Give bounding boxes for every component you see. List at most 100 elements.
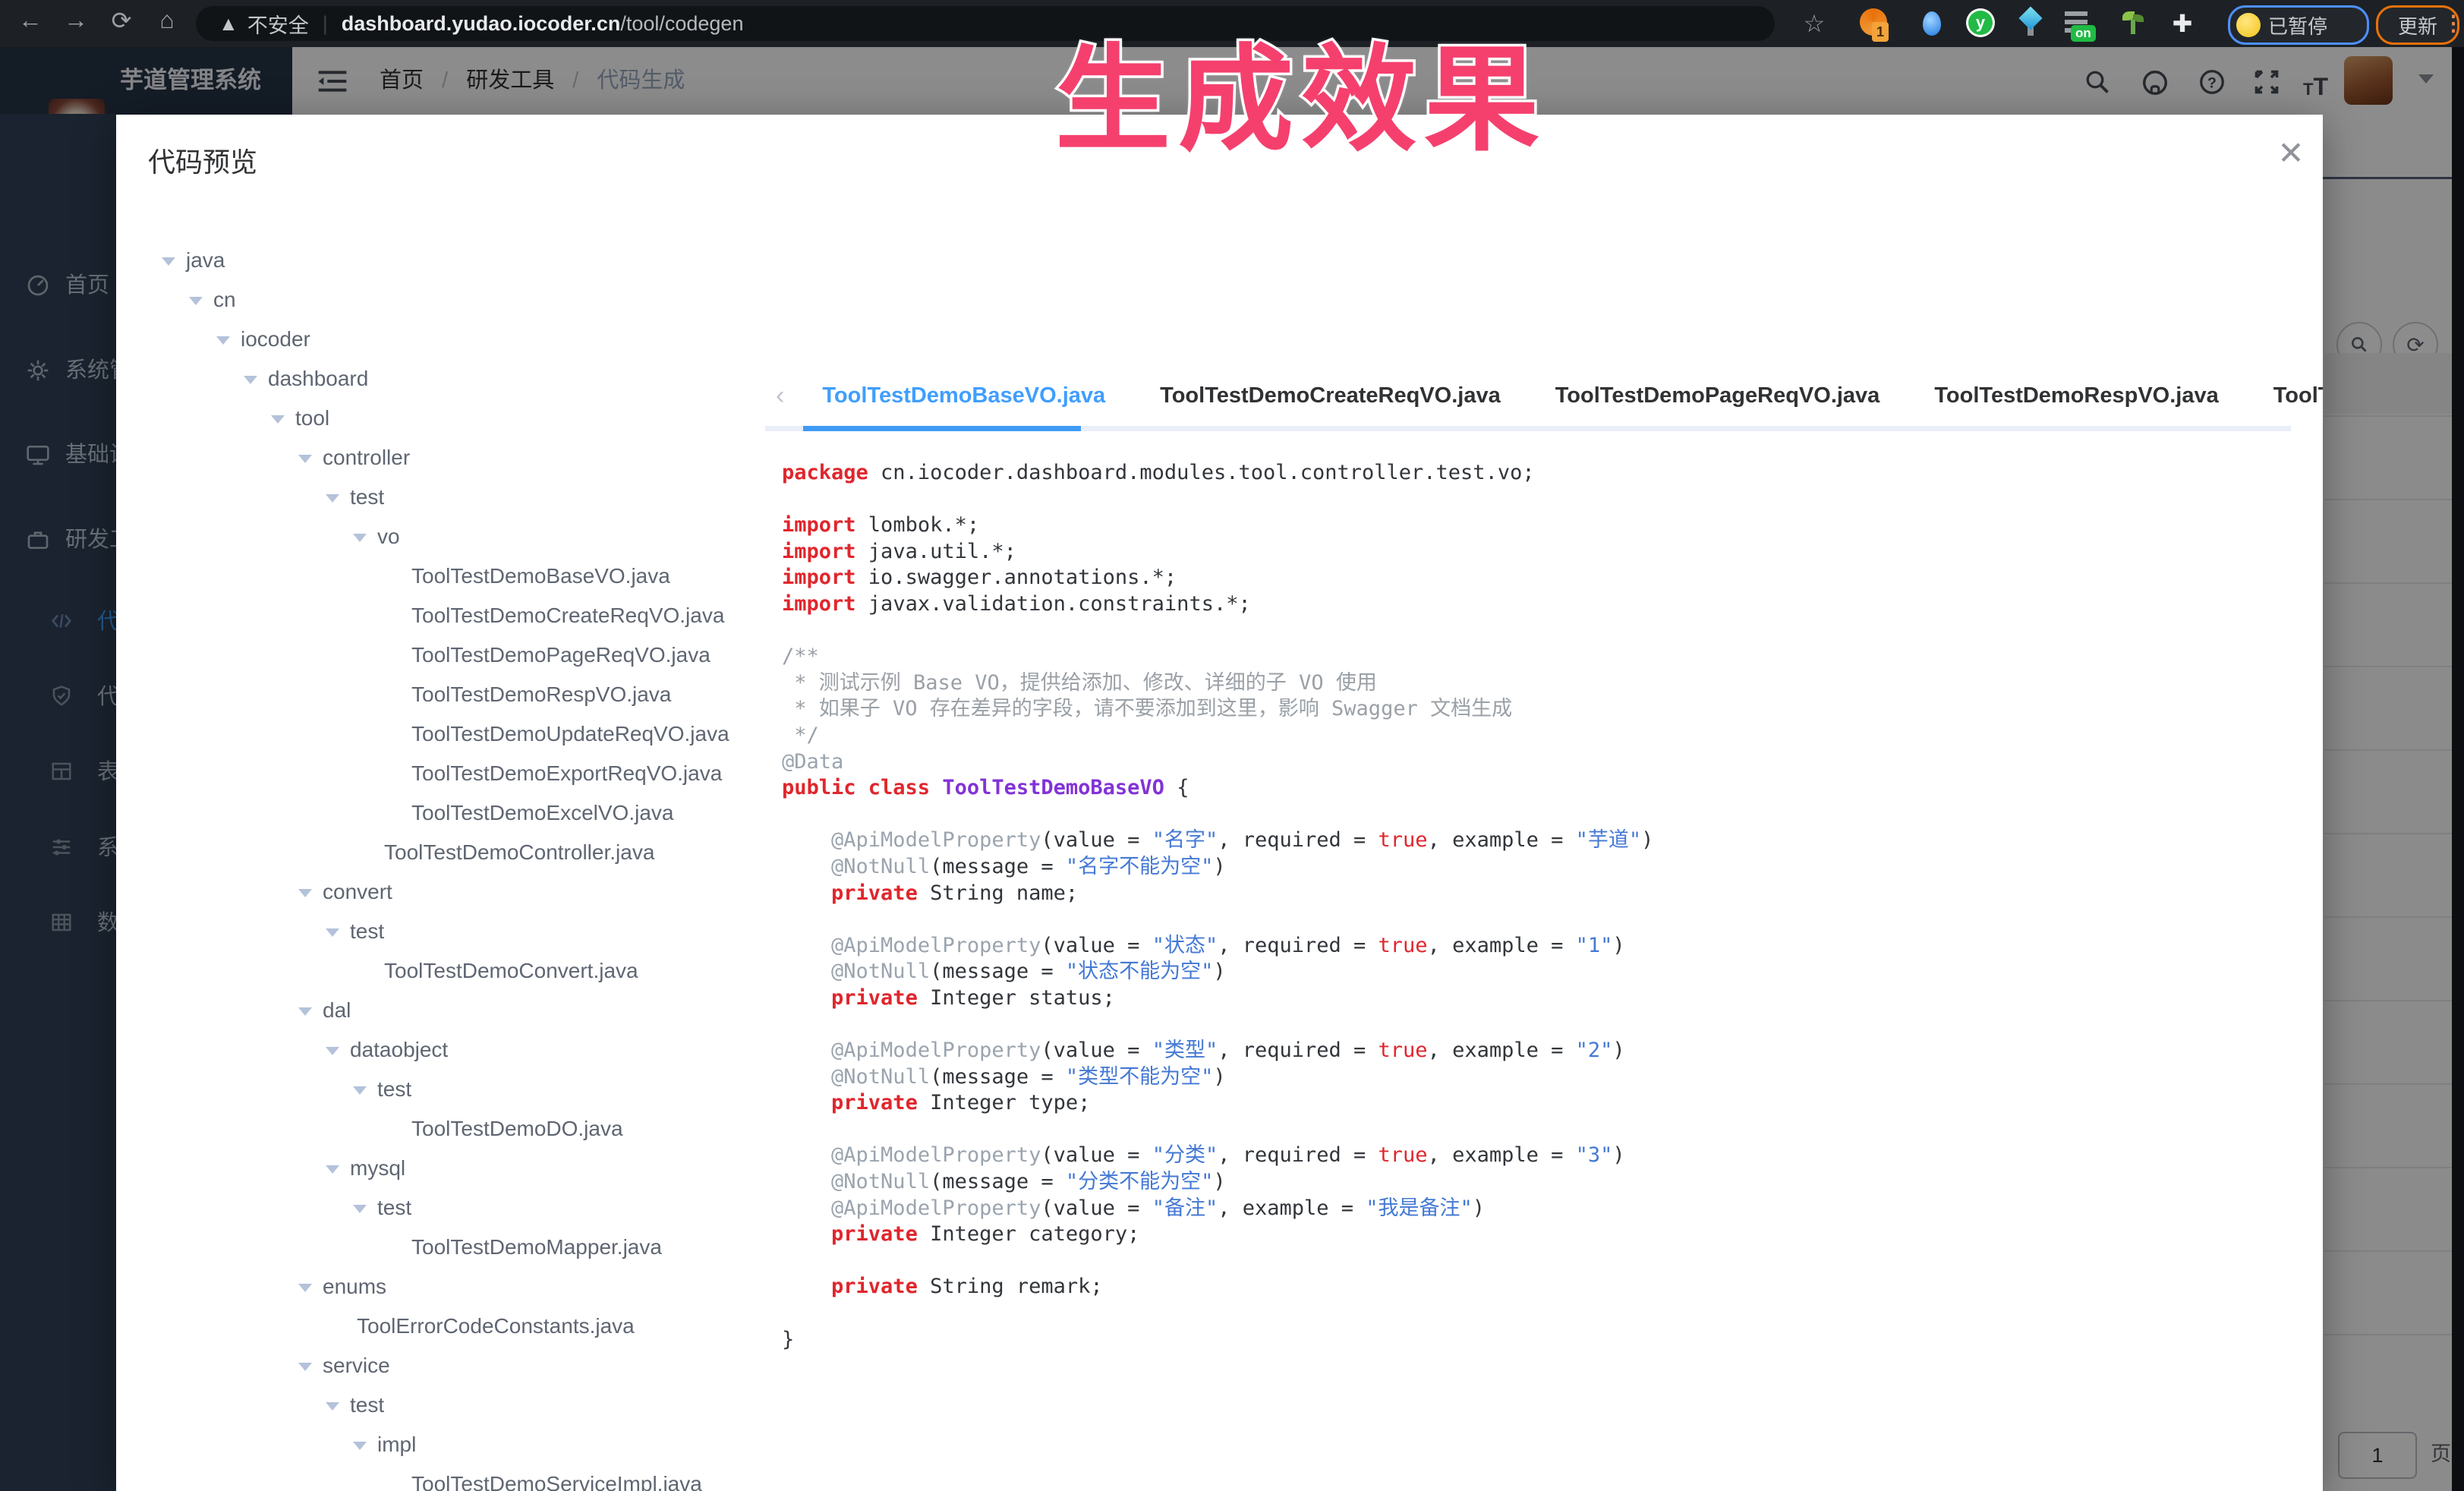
extension-green-icon[interactable]: y: [1966, 8, 1996, 39]
extension-drop-icon[interactable]: [1917, 8, 1947, 39]
tree-folder[interactable]: tool: [116, 399, 769, 438]
code-tab[interactable]: ToolTestDemoPageReqVO.java: [1528, 383, 1908, 408]
browser-menu-icon[interactable]: ⋮: [2443, 11, 2464, 36]
browser-home-icon[interactable]: ⌂: [150, 6, 184, 34]
tree-folder[interactable]: cn: [116, 280, 769, 320]
tree-node-label: test: [377, 1077, 411, 1101]
code-tab[interactable]: ToolTestDemoRespVO.java: [1907, 383, 2245, 408]
tree-file[interactable]: ToolTestDemoBaseVO.java: [116, 556, 769, 596]
caret-down-icon[interactable]: [271, 415, 285, 424]
code-viewer: package cn.iocoder.dashboard.modules.too…: [782, 460, 2315, 1353]
tree-file[interactable]: ToolTestDemoDO.java: [116, 1109, 769, 1149]
caret-down-icon[interactable]: [216, 336, 230, 345]
code-line: public class ToolTestDemoBaseVO {: [782, 775, 2315, 802]
tree-file[interactable]: ToolTestDemoController.java: [116, 833, 769, 872]
extension-diamond-icon[interactable]: [2015, 8, 2046, 39]
tab-active-underline: [803, 426, 1081, 431]
tree-folder[interactable]: dal: [116, 991, 769, 1030]
caret-down-icon[interactable]: [353, 1205, 367, 1213]
tree-folder[interactable]: iocoder: [116, 320, 769, 359]
tree-node-label: test: [377, 1196, 411, 1219]
tree-folder[interactable]: test: [116, 1070, 769, 1109]
extension-orange-icon[interactable]: 1: [1860, 8, 1890, 39]
tree-folder[interactable]: controller: [116, 438, 769, 478]
tree-node-label: ToolTestDemoUpdateReqVO.java: [411, 722, 729, 746]
tabs-scroll-left-icon[interactable]: ‹: [765, 381, 795, 411]
tree-node-label: ToolTestDemoRespVO.java: [411, 682, 671, 706]
code-tab[interactable]: ToolTestDemoCreateReqVO.java: [1133, 383, 1528, 408]
caret-down-icon[interactable]: [189, 297, 203, 305]
tree-file[interactable]: ToolErrorCodeConstants.java: [116, 1307, 769, 1346]
close-icon[interactable]: ✕: [2272, 134, 2310, 172]
code-line: private Integer type;: [782, 1090, 2315, 1117]
tree-folder[interactable]: test: [116, 478, 769, 517]
browser-back-icon[interactable]: ←: [14, 6, 47, 34]
tree-node-label: impl: [377, 1433, 416, 1456]
insecure-warning-icon: ▲: [219, 12, 238, 36]
tree-node-label: controller: [323, 446, 410, 469]
tree-node-label: test: [350, 919, 384, 943]
tree-file[interactable]: ToolTestDemoMapper.java: [116, 1228, 769, 1267]
tree-node-label: dal: [323, 998, 351, 1022]
bookmark-star-icon[interactable]: ☆: [1798, 9, 1831, 38]
caret-down-icon[interactable]: [162, 257, 175, 266]
caret-down-icon[interactable]: [298, 889, 312, 897]
tree-folder[interactable]: dashboard: [116, 359, 769, 399]
tree-folder[interactable]: test: [116, 1385, 769, 1425]
tree-folder[interactable]: test: [116, 912, 769, 951]
tree-folder[interactable]: convert: [116, 872, 769, 912]
code-line: /**: [782, 644, 2315, 670]
code-tab[interactable]: ToolTestDemoUpdateReqVO.java: [2246, 383, 2323, 408]
caret-down-icon[interactable]: [298, 1007, 312, 1016]
tree-node-label: tool: [295, 406, 329, 430]
code-tab[interactable]: ToolTestDemoBaseVO.java: [795, 383, 1133, 408]
tree-folder[interactable]: impl: [116, 1425, 769, 1464]
browser-forward-icon[interactable]: →: [59, 6, 93, 34]
code-line: @ApiModelProperty(value = "备注", example …: [782, 1196, 2315, 1222]
browser-reload-icon[interactable]: ⟳: [105, 6, 138, 35]
code-line: @ApiModelProperty(value = "状态", required…: [782, 933, 2315, 960]
caret-down-icon[interactable]: [353, 1086, 367, 1095]
tree-file[interactable]: ToolTestDemoRespVO.java: [116, 675, 769, 714]
caret-down-icon[interactable]: [326, 494, 339, 503]
tree-file[interactable]: ToolTestDemoCreateReqVO.java: [116, 596, 769, 635]
code-line: */: [782, 723, 2315, 749]
paused-label: 已暂停: [2268, 11, 2327, 39]
caret-down-icon[interactable]: [244, 376, 257, 384]
caret-down-icon[interactable]: [326, 928, 339, 937]
tree-folder[interactable]: test: [116, 1188, 769, 1228]
code-line: [782, 1011, 2315, 1038]
code-line: private Integer category;: [782, 1221, 2315, 1248]
tree-folder[interactable]: enums: [116, 1267, 769, 1307]
code-line: private String name;: [782, 881, 2315, 907]
tree-folder[interactable]: java: [116, 241, 769, 280]
extensions-puzzle-icon[interactable]: ✚: [2167, 8, 2198, 39]
caret-down-icon[interactable]: [326, 1402, 339, 1411]
tree-file[interactable]: ToolTestDemoServiceImpl.java: [116, 1464, 769, 1491]
caret-down-icon[interactable]: [298, 1284, 312, 1292]
caret-down-icon[interactable]: [326, 1047, 339, 1055]
caret-down-icon[interactable]: [298, 1363, 312, 1371]
caret-down-icon[interactable]: [353, 1442, 367, 1450]
tree-file[interactable]: ToolTestDemoPageReqVO.java: [116, 635, 769, 675]
tree-node-label: dataobject: [350, 1038, 448, 1061]
url-path: /tool/codegen: [620, 12, 743, 36]
tree-file[interactable]: ToolTestDemoExportReqVO.java: [116, 754, 769, 793]
extension-sprout-icon[interactable]: [2118, 8, 2148, 39]
tree-folder[interactable]: service: [116, 1346, 769, 1385]
extension-badge: 1: [1872, 22, 1889, 42]
tree-node-label: ToolTestDemoServiceImpl.java: [411, 1472, 702, 1491]
paused-extension-pill[interactable]: 已暂停: [2228, 5, 2369, 45]
code-line: }: [782, 1327, 2315, 1354]
tree-folder[interactable]: dataobject: [116, 1030, 769, 1070]
tree-file[interactable]: ToolTestDemoConvert.java: [116, 951, 769, 991]
extension-on-icon[interactable]: on: [2065, 8, 2095, 39]
caret-down-icon[interactable]: [353, 534, 367, 542]
caret-down-icon[interactable]: [326, 1165, 339, 1174]
tree-folder[interactable]: vo: [116, 517, 769, 556]
code-preview-dialog: 代码预览 ✕ javacniocoderdashboardtoolcontrol…: [116, 115, 2323, 1491]
tree-file[interactable]: ToolTestDemoUpdateReqVO.java: [116, 714, 769, 754]
caret-down-icon[interactable]: [298, 455, 312, 463]
tree-folder[interactable]: mysql: [116, 1149, 769, 1188]
tree-file[interactable]: ToolTestDemoExcelVO.java: [116, 793, 769, 833]
